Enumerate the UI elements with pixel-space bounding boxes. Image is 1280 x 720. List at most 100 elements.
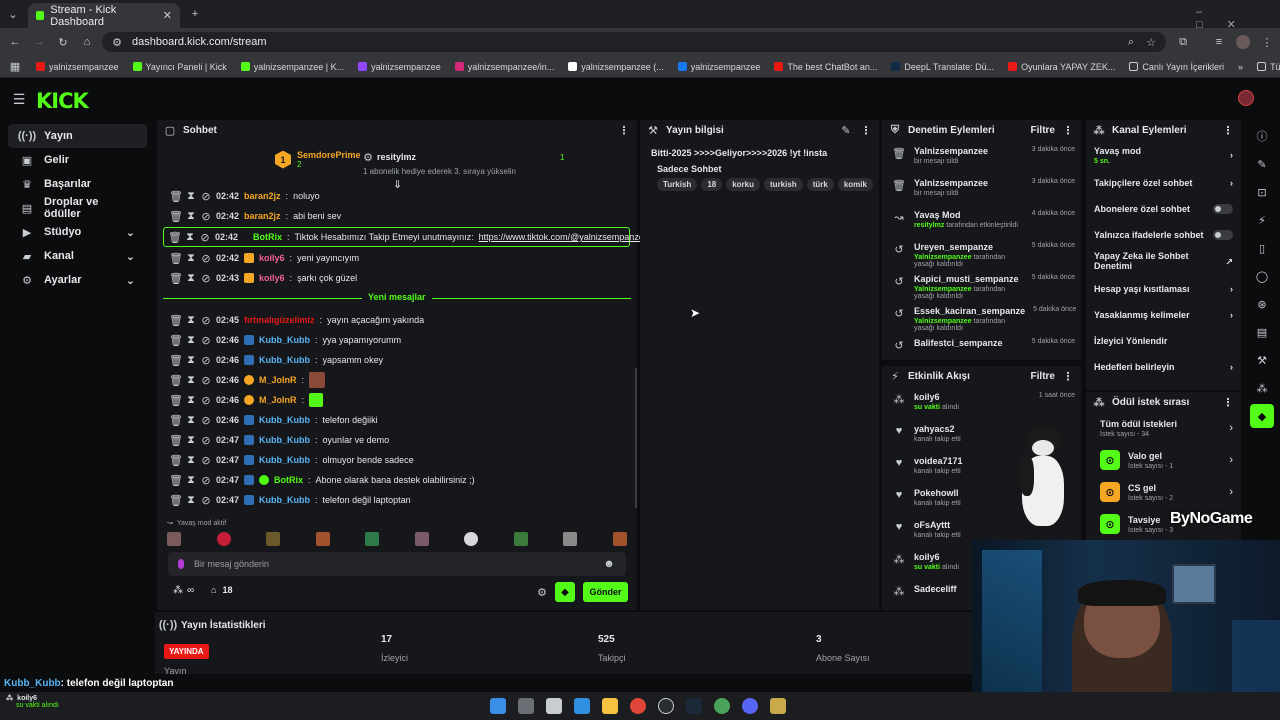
mod-action[interactable]: 🗑 Yalnizsempanzee bir mesajı sildi 3 dakika… [882, 172, 1081, 204]
reward-item[interactable]: ⊙ Valo gel İstek sayısı - 1 › [1086, 444, 1241, 476]
channel-action-slow-mode[interactable]: Yavaş mod 5 sn. › [1086, 140, 1241, 170]
emote[interactable] [563, 532, 578, 546]
chat-settings-icon[interactable]: ⚙ [535, 585, 549, 599]
bookmark[interactable]: yalnizsempanzee (... [568, 62, 664, 72]
more-icon[interactable]: ⋮ [1221, 123, 1235, 137]
bookmark[interactable]: yalnizsempanzee | K... [240, 62, 344, 72]
channel-action-account-age[interactable]: Hesap yaşı kısıtlaması › [1086, 276, 1241, 302]
mod-action[interactable]: ↺ Essek_kaciran_sempanze Yalnizsempanzee t… [882, 300, 1081, 332]
kick-logo[interactable]: KICK [36, 89, 89, 113]
more-bookmarks-icon[interactable]: » [1238, 62, 1243, 72]
chat-message[interactable]: 🗑 ⧗ ⊘ 02:42 koily6: yeni yayıncıyım [157, 248, 638, 268]
discord-icon[interactable] [742, 698, 758, 714]
chat-icon[interactable]: ◯ [1250, 264, 1274, 288]
bookmark[interactable]: Oyunlara YAPAY ZEK... [1008, 62, 1115, 72]
browser-tab[interactable]: Stream - Kick Dashboard ✕ [28, 3, 180, 28]
chat-message-highlighted[interactable]: 🗑 ⧗ ⊘ 02:42 BotRix: Tiktok Hesabımızı Takip E… [163, 227, 649, 247]
chat-message[interactable]: 🗑 ⧗ ⊘ 02:42 baran2jz: noluyo [157, 186, 638, 206]
app-icon[interactable] [546, 698, 562, 714]
bookmark[interactable]: The best ChatBot an... [774, 62, 877, 72]
address-bar[interactable]: ⚙ dashboard.kick.com/stream ⌕ ☆ [102, 32, 1166, 52]
wrench-icon[interactable]: ⚒ [1250, 348, 1274, 372]
channel-action-ai-moderation[interactable]: Yapay Zeka ile Sohbet Denetimi ↗ [1086, 248, 1241, 276]
emote[interactable] [612, 532, 627, 546]
chat-message[interactable]: 🗑 ⧗ ⊘ 02:46 Kubb_Kubb: yya yapamıyorumm [157, 330, 638, 350]
channel-action-followers-only[interactable]: Takipçilere özel sohbet › [1086, 170, 1241, 196]
bookmark[interactable]: yalnizsempanzee/in... [454, 62, 554, 72]
reload-icon[interactable]: ↻ [56, 35, 70, 49]
more-icon[interactable]: ⋮ [1061, 369, 1075, 383]
emote[interactable] [513, 532, 528, 546]
mod-action[interactable]: 🗑 Yalnizsempanzee bir mesajı sildi 3 dakika… [882, 140, 1081, 172]
bookmark[interactable]: yalnizsempanzee [36, 62, 119, 72]
tab-search-icon[interactable]: ⌄ [6, 7, 20, 21]
apps-icon[interactable]: ▦ [8, 60, 22, 74]
chat-message[interactable]: 🗑 ⧗ ⊘ 02:46 M_JoInR: [157, 370, 638, 390]
obs-icon[interactable] [658, 698, 674, 714]
tag[interactable]: korku [726, 178, 761, 191]
tag[interactable]: Turkish [657, 178, 698, 191]
channel-points[interactable]: ⁂ ∞ [173, 585, 194, 596]
reward-all[interactable]: Tüm ödül istekleri İstek sayısı - 34 › [1086, 412, 1241, 444]
extensions-icon[interactable]: ⧉ [1176, 35, 1190, 49]
bookmark-folder[interactable]: Canlı Yayın İçerikleri [1129, 62, 1224, 72]
task-view-icon[interactable] [518, 698, 534, 714]
tag[interactable]: turkish [764, 178, 803, 191]
broadcast-icon[interactable]: ⊛ [1250, 292, 1274, 316]
filter-button[interactable]: Filtre [1031, 371, 1055, 382]
folder-icon[interactable] [602, 698, 618, 714]
profile-avatar[interactable] [1236, 35, 1250, 49]
chat-message[interactable]: 🗑 ⧗ ⊘ 02:47 Kubb_Kubb: telefon değil laptopta… [157, 490, 638, 510]
tab-close-icon[interactable]: ✕ [163, 9, 172, 22]
chat-message[interactable]: 🗑 ⧗ ⊘ 02:46 Kubb_Kubb: telefon değiiki [157, 410, 638, 430]
chat-message[interactable]: 🗑 ⧗ ⊘ 02:46 Kubb_Kubb: yapsamm okey [157, 350, 638, 370]
sidebar-item-drops[interactable]: ▤ Droplar ve ödüller [8, 196, 147, 220]
channel-action-subscribers-only[interactable]: Abonelere özel sohbet [1086, 196, 1241, 222]
zoom-icon[interactable]: ⌕ [1124, 35, 1138, 49]
more-icon[interactable]: ⋮ [859, 123, 873, 137]
filter-button[interactable]: Filtre [1031, 125, 1055, 136]
chat-input[interactable]: Bir mesaj gönderin ☻ [168, 552, 626, 576]
photos-icon[interactable] [574, 698, 590, 714]
emote[interactable] [266, 532, 281, 546]
mic-icon[interactable] [178, 559, 184, 569]
info-icon[interactable]: ⓘ [1250, 124, 1274, 148]
more-icon[interactable]: ⋮ [1061, 123, 1075, 137]
chat-link[interactable]: https://www.tiktok.com/@yalnizsempanzee [479, 232, 649, 242]
emote[interactable] [365, 532, 380, 546]
toggle-switch[interactable] [1213, 230, 1233, 240]
chrome-icon[interactable] [630, 698, 646, 714]
tag[interactable]: komik [837, 178, 873, 191]
chat-scrollbar[interactable] [635, 368, 637, 508]
hamburger-icon[interactable]: ☰ [12, 91, 26, 107]
home-icon[interactable]: ⌂ [80, 35, 94, 49]
channel-action-goals[interactable]: Hedefleri belirleyin › [1086, 354, 1241, 380]
activity-item[interactable]: ⁂ koily6 su vakti alındı 1 saat önce [882, 386, 1081, 418]
all-bookmarks[interactable]: Tüm Yer İşaretleri [1257, 62, 1280, 72]
reward-item[interactable]: ⊙ CS gel İstek sayısı - 2 › [1086, 476, 1241, 508]
mod-action[interactable]: ↺ Ureyen_sempanze Yalnizsempanzee tarafınd… [882, 236, 1081, 268]
mod-action[interactable]: ↺ Balifestci_sempanze 5 dakika önce [882, 332, 1081, 364]
chat-message[interactable]: 🗑 ⧗ ⊘ 02:45 fırtınalıgüzelimiz: yayın açacağı… [157, 310, 638, 330]
steam-icon[interactable] [686, 698, 702, 714]
channel-action-raid[interactable]: İzleyici Yönlendir [1086, 328, 1241, 354]
bookmark[interactable]: DeepL Translate: Dü... [891, 62, 994, 72]
emote[interactable] [464, 532, 479, 546]
user-avatar[interactable] [1238, 90, 1254, 106]
channel-action-banned-words[interactable]: Yasaklanmış kelimeler › [1086, 302, 1241, 328]
send-button[interactable]: Gönder [583, 582, 628, 602]
emote[interactable] [414, 532, 429, 546]
bookmark[interactable]: yalnizsempanzee [358, 62, 441, 72]
star-icon[interactable]: ☆ [1144, 35, 1158, 49]
focus-icon[interactable]: ⊡ [1250, 180, 1274, 204]
bookmark[interactable]: yalnizsempanzee [677, 62, 760, 72]
chat-message[interactable]: 🗑 ⧗ ⊘ 02:47 BotRix: Abone olarak bana destek … [157, 470, 638, 490]
tag[interactable]: 18 [701, 178, 723, 191]
bookmark[interactable]: Yayıncı Paneli | Kick [132, 62, 227, 72]
sidebar-item-channel[interactable]: ▰ Kanal ⌄ [8, 244, 147, 268]
bot-icon[interactable]: ◆ [555, 582, 575, 602]
chat-message[interactable]: 🗑 ⧗ ⊘ 02:43 koily6: şarkı çok güzel [157, 268, 638, 288]
document-icon[interactable]: ▯ [1250, 236, 1274, 260]
sidebar-item-revenue[interactable]: ▣ Gelir [8, 148, 147, 172]
list-icon[interactable]: ▤ [1250, 320, 1274, 344]
